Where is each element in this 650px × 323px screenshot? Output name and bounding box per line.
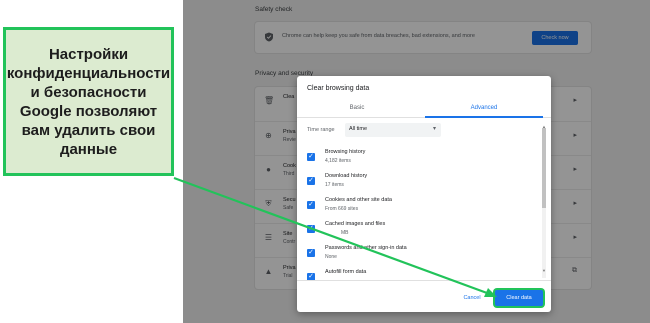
- item-detail: From 669 sites: [325, 206, 359, 212]
- item-detail: MB: [341, 230, 349, 236]
- checkbox-item-passwords[interactable]: ✓ Passwords and other sign-in data None: [297, 242, 541, 266]
- time-range-label: Time range: [307, 127, 335, 133]
- tab-basic[interactable]: Basic: [297, 100, 417, 116]
- item-label: Passwords and other sign-in data: [325, 245, 407, 251]
- caret-down-icon: ▾: [432, 126, 436, 132]
- checkbox-checked-icon[interactable]: ✓: [307, 225, 315, 233]
- item-label: Cached images and files: [325, 221, 386, 227]
- checkbox-item-autofill[interactable]: ✓ Autofill form data: [297, 266, 541, 280]
- checkbox-checked-icon[interactable]: ✓: [307, 201, 315, 209]
- dialog-scrollbar[interactable]: [542, 128, 546, 278]
- clear-browsing-data-dialog: Clear browsing data Basic Advanced Time …: [297, 76, 551, 312]
- checkbox-item-download-history[interactable]: ✓ Download history 17 items: [297, 170, 541, 194]
- item-detail: None: [325, 254, 337, 260]
- dialog-tabs: Basic Advanced: [297, 100, 551, 118]
- checkbox-item-cookies[interactable]: ✓ Cookies and other site data From 669 s…: [297, 194, 541, 218]
- scroll-down-icon[interactable]: ▼: [542, 268, 546, 273]
- checkbox-checked-icon[interactable]: ✓: [307, 273, 315, 280]
- checkbox-checked-icon[interactable]: ✓: [307, 249, 315, 257]
- data-type-list: ✓ Browsing history 4,182 items ✓ Downloa…: [297, 146, 541, 280]
- dialog-title: Clear browsing data: [307, 85, 370, 92]
- checkbox-item-cached-images[interactable]: ✓ Cached images and files MB: [297, 218, 541, 242]
- time-range-select[interactable]: All time ▾: [345, 123, 441, 137]
- clear-data-button[interactable]: Clear data: [495, 290, 543, 306]
- scrollbar-thumb[interactable]: [542, 128, 546, 208]
- item-detail: 4,182 items: [325, 158, 351, 164]
- dialog-footer: Cancel Clear data: [297, 280, 551, 312]
- item-label: Cookies and other site data: [325, 197, 392, 203]
- item-label: Browsing history: [325, 149, 366, 155]
- checkbox-item-browsing-history[interactable]: ✓ Browsing history 4,182 items: [297, 146, 541, 170]
- cancel-button[interactable]: Cancel: [455, 291, 489, 305]
- checkbox-checked-icon[interactable]: ✓: [307, 153, 315, 161]
- time-range-value: All time: [349, 126, 368, 132]
- tab-advanced[interactable]: Advanced: [425, 100, 543, 118]
- annotation-text: Настройки конфиденциальности и безопасно…: [6, 45, 171, 158]
- item-detail: 17 items: [325, 182, 344, 188]
- annotation-callout: Настройки конфиденциальности и безопасно…: [3, 27, 174, 176]
- item-label: Autofill form data: [325, 269, 367, 275]
- checkbox-checked-icon[interactable]: ✓: [307, 177, 315, 185]
- item-label: Download history: [325, 173, 368, 179]
